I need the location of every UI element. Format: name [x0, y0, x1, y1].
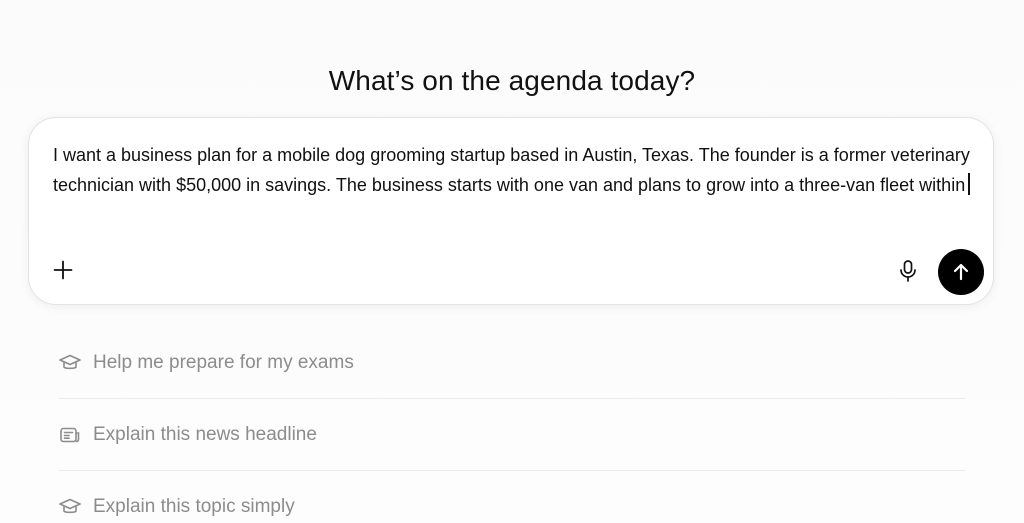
prompt-input-text: I want a business plan for a mobile dog … [53, 145, 970, 195]
page-title: What’s on the agenda today? [328, 65, 696, 96]
add-attachment-button[interactable] [49, 256, 77, 284]
prompt-composer[interactable]: I want a business plan for a mobile dog … [28, 117, 994, 305]
graduation-cap-icon [58, 351, 82, 375]
arrow-up-icon [953, 263, 969, 281]
suggestion-label: Explain this topic simply [93, 495, 295, 517]
suggestion-item[interactable]: Help me prepare for my exams [58, 327, 966, 399]
microphone-icon [900, 260, 916, 282]
suggestion-label: Explain this news headline [93, 423, 317, 445]
suggestion-item[interactable]: Explain this topic simply [58, 471, 966, 523]
suggestion-label: Help me prepare for my exams [93, 351, 354, 373]
graduation-cap-icon [58, 495, 82, 519]
send-button[interactable] [938, 249, 984, 295]
prompt-input[interactable]: I want a business plan for a mobile dog … [53, 140, 973, 200]
suggestion-item[interactable]: Explain this news headline [58, 399, 966, 471]
voice-input-button[interactable] [895, 258, 921, 284]
newspaper-icon [58, 423, 82, 447]
chat-home: What’s on the agenda today? I want a bus… [0, 0, 1024, 523]
plus-icon [53, 260, 73, 280]
suggestion-list: Help me prepare for my exams Explain thi… [58, 327, 966, 523]
text-caret [968, 173, 970, 195]
